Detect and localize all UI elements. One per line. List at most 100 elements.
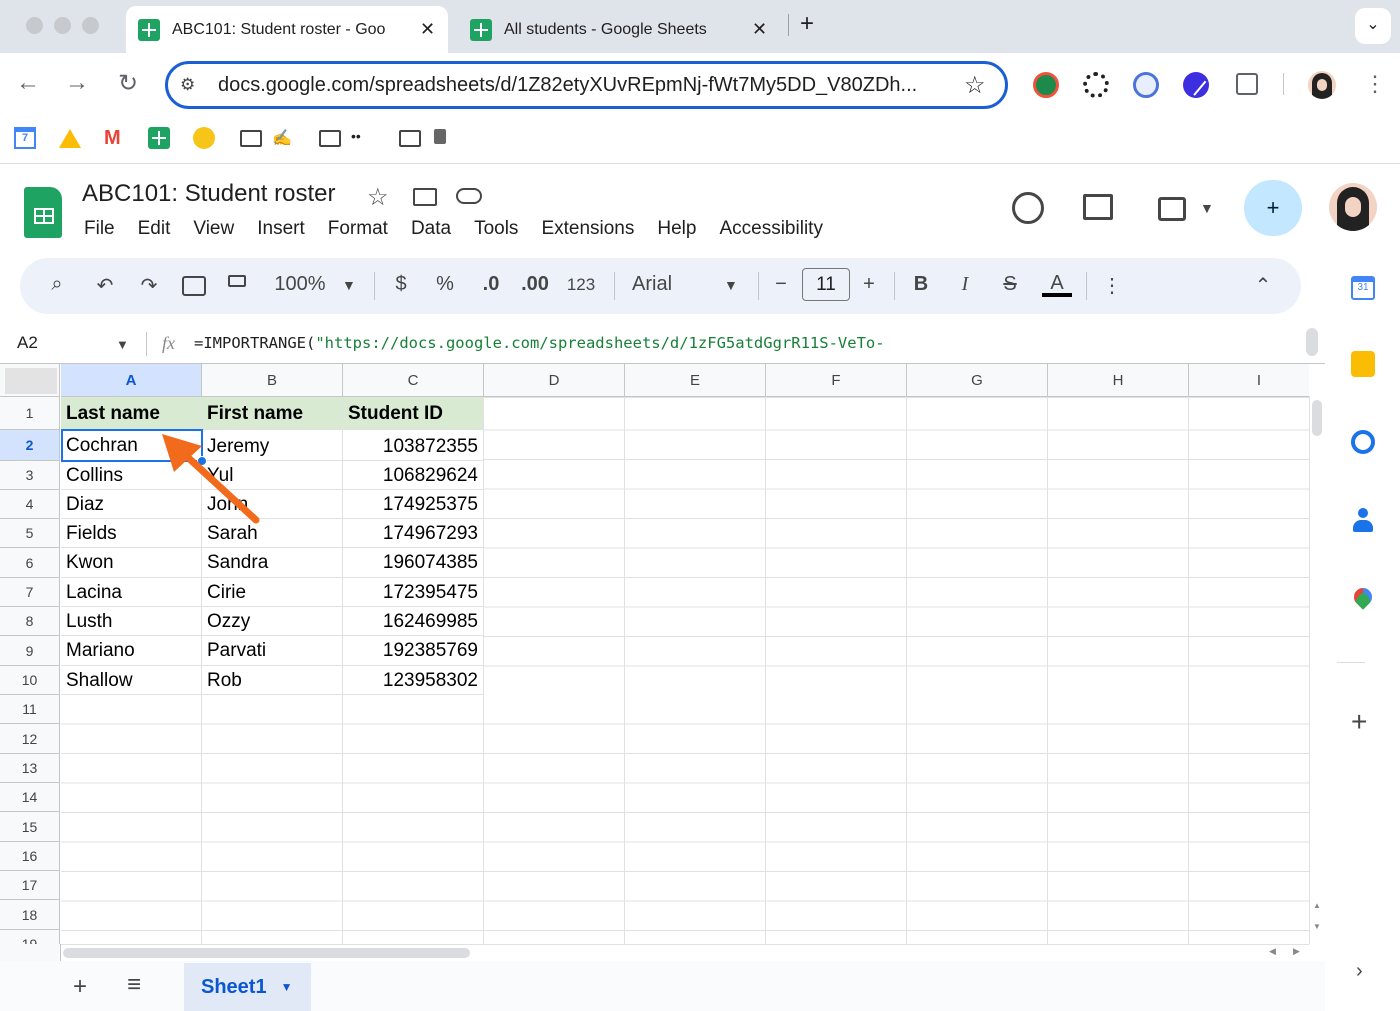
calendar-bookmark-icon[interactable]: 7 bbox=[14, 127, 36, 149]
share-button[interactable]: + bbox=[1244, 180, 1302, 236]
browser-tab-active[interactable]: ABC101: Student roster - Goo ✕ bbox=[126, 6, 448, 53]
site-info-icon[interactable]: ⚙ bbox=[180, 75, 195, 95]
menu-file[interactable]: File bbox=[84, 218, 115, 240]
extensions-puzzle-icon[interactable] bbox=[1236, 73, 1258, 95]
header-cell-first-name[interactable]: First name bbox=[202, 397, 343, 430]
font-dropdown-icon[interactable]: ▼ bbox=[724, 277, 738, 293]
column-header-c[interactable]: C bbox=[343, 364, 484, 397]
row-header[interactable]: 8 bbox=[0, 607, 60, 636]
tab-close-icon[interactable]: ✕ bbox=[752, 19, 767, 40]
sheets-bookmark-icon[interactable] bbox=[148, 127, 170, 149]
table-cell[interactable]: Rob bbox=[202, 666, 343, 695]
table-cell[interactable]: Lacina bbox=[61, 578, 202, 607]
account-avatar[interactable] bbox=[1329, 183, 1377, 231]
row-header[interactable]: 4 bbox=[0, 490, 60, 519]
window-close-button[interactable] bbox=[26, 17, 43, 34]
table-cell[interactable]: 103872355 bbox=[343, 430, 484, 461]
column-header-b[interactable]: B bbox=[202, 364, 343, 397]
table-cell[interactable]: Kwon bbox=[61, 548, 202, 578]
table-cell[interactable]: 196074385 bbox=[343, 548, 484, 578]
table-cell[interactable]: Mariano bbox=[61, 636, 202, 666]
row-header[interactable]: 2 bbox=[0, 430, 60, 461]
row-header[interactable]: 14 bbox=[0, 783, 60, 812]
maps-icon[interactable] bbox=[1350, 584, 1376, 612]
expand-side-panel-icon[interactable]: › bbox=[1356, 960, 1363, 983]
row-header[interactable]: 18 bbox=[0, 900, 60, 930]
browser-menu-kebab-icon[interactable]: ⋮ bbox=[1364, 71, 1386, 97]
redo-icon[interactable]: ↷ bbox=[136, 273, 162, 298]
version-history-icon[interactable] bbox=[1012, 192, 1044, 224]
row-header[interactable]: 11 bbox=[0, 695, 60, 724]
row-header[interactable]: 12 bbox=[0, 724, 60, 754]
meet-dropdown-icon[interactable]: ▼ bbox=[1200, 200, 1214, 216]
folder-bookmark-icon[interactable] bbox=[399, 130, 421, 147]
table-cell[interactable]: Sandra bbox=[202, 548, 343, 578]
table-cell[interactable]: 172395475 bbox=[343, 578, 484, 607]
move-folder-icon[interactable] bbox=[413, 188, 437, 206]
percent-format-button[interactable]: % bbox=[434, 273, 456, 296]
column-header-h[interactable]: H bbox=[1048, 364, 1189, 397]
row-header[interactable]: 3 bbox=[0, 461, 60, 490]
column-header-d[interactable]: D bbox=[484, 364, 625, 397]
comments-icon[interactable] bbox=[1083, 194, 1113, 220]
row-header[interactable]: 9 bbox=[0, 636, 60, 666]
back-arrow-icon[interactable]: ← bbox=[13, 69, 43, 97]
star-icon[interactable]: ☆ bbox=[367, 183, 389, 212]
table-cell[interactable]: 174925375 bbox=[343, 490, 484, 519]
window-zoom-button[interactable] bbox=[82, 17, 99, 34]
extension-grammar-icon[interactable] bbox=[1033, 72, 1059, 98]
row-header[interactable]: 1 bbox=[0, 397, 60, 430]
select-all-corner[interactable] bbox=[0, 364, 60, 397]
menu-format[interactable]: Format bbox=[328, 218, 388, 240]
menu-insert[interactable]: Insert bbox=[257, 218, 305, 240]
meet-video-icon[interactable] bbox=[1158, 197, 1186, 221]
font-family-select[interactable]: Arial bbox=[632, 273, 712, 296]
get-addons-plus-icon[interactable]: + bbox=[1351, 706, 1367, 738]
sheet-tab-dropdown-icon[interactable]: ▼ bbox=[281, 980, 293, 994]
menu-tools[interactable]: Tools bbox=[474, 218, 518, 240]
column-header-g[interactable]: G bbox=[907, 364, 1048, 397]
table-cell[interactable]: Shallow bbox=[61, 666, 202, 695]
table-cell[interactable]: 192385769 bbox=[343, 636, 484, 666]
sheet-tab-sheet1[interactable]: Sheet1 ▼ bbox=[184, 963, 311, 1011]
menu-edit[interactable]: Edit bbox=[138, 218, 171, 240]
table-cell[interactable]: 162469985 bbox=[343, 607, 484, 636]
menu-accessibility[interactable]: Accessibility bbox=[719, 218, 822, 240]
window-minimize-button[interactable] bbox=[54, 17, 71, 34]
column-header-e[interactable]: E bbox=[625, 364, 766, 397]
extension-sun-icon[interactable] bbox=[1083, 72, 1109, 98]
tab-search-chevron-icon[interactable]: ⌄ bbox=[1355, 8, 1391, 44]
row-header[interactable]: 10 bbox=[0, 666, 60, 695]
print-icon[interactable] bbox=[182, 276, 206, 296]
scroll-down-icon[interactable]: ▼ bbox=[1313, 922, 1321, 931]
zoom-dropdown-icon[interactable]: ▼ bbox=[342, 277, 356, 293]
zoom-select[interactable]: 100% bbox=[272, 273, 328, 296]
forward-arrow-icon[interactable]: → bbox=[62, 69, 92, 97]
keep-icon[interactable] bbox=[1351, 351, 1375, 377]
font-size-input[interactable]: 11 bbox=[802, 268, 850, 301]
row-header[interactable]: 16 bbox=[0, 842, 60, 871]
decrease-font-size-icon[interactable]: − bbox=[770, 273, 792, 296]
vertical-scrollbar[interactable]: ▲ ▼ bbox=[1309, 396, 1325, 944]
column-header-f[interactable]: F bbox=[766, 364, 907, 397]
folder-bookmark-icon[interactable] bbox=[240, 130, 262, 147]
browser-tab[interactable]: All students - Google Sheets ✕ bbox=[458, 6, 778, 53]
undo-icon[interactable]: ↶ bbox=[92, 273, 118, 298]
text-color-button[interactable]: A bbox=[1042, 273, 1072, 297]
menu-data[interactable]: Data bbox=[411, 218, 451, 240]
search-menus-icon[interactable]: ⌕ bbox=[44, 273, 70, 296]
decrease-decimal-button[interactable]: .0 bbox=[476, 273, 506, 296]
row-header[interactable]: 7 bbox=[0, 578, 60, 607]
calendar-icon[interactable]: 31 bbox=[1351, 276, 1375, 300]
table-cell[interactable]: Lusth bbox=[61, 607, 202, 636]
tab-close-icon[interactable]: ✕ bbox=[420, 19, 435, 40]
strikethrough-icon[interactable]: S bbox=[998, 273, 1022, 296]
collapse-menus-chevron-up-icon[interactable]: ⌃ bbox=[1252, 273, 1274, 298]
document-title[interactable]: ABC101: Student roster bbox=[82, 180, 335, 208]
menu-help[interactable]: Help bbox=[657, 218, 696, 240]
emoji-bookmark-icon[interactable] bbox=[193, 127, 215, 149]
table-cell[interactable]: 174967293 bbox=[343, 519, 484, 548]
horizontal-scrollbar[interactable]: ◀ ▶ bbox=[61, 944, 1309, 961]
bold-button[interactable]: B bbox=[910, 273, 932, 296]
folder-bookmark-icon[interactable] bbox=[319, 130, 341, 147]
